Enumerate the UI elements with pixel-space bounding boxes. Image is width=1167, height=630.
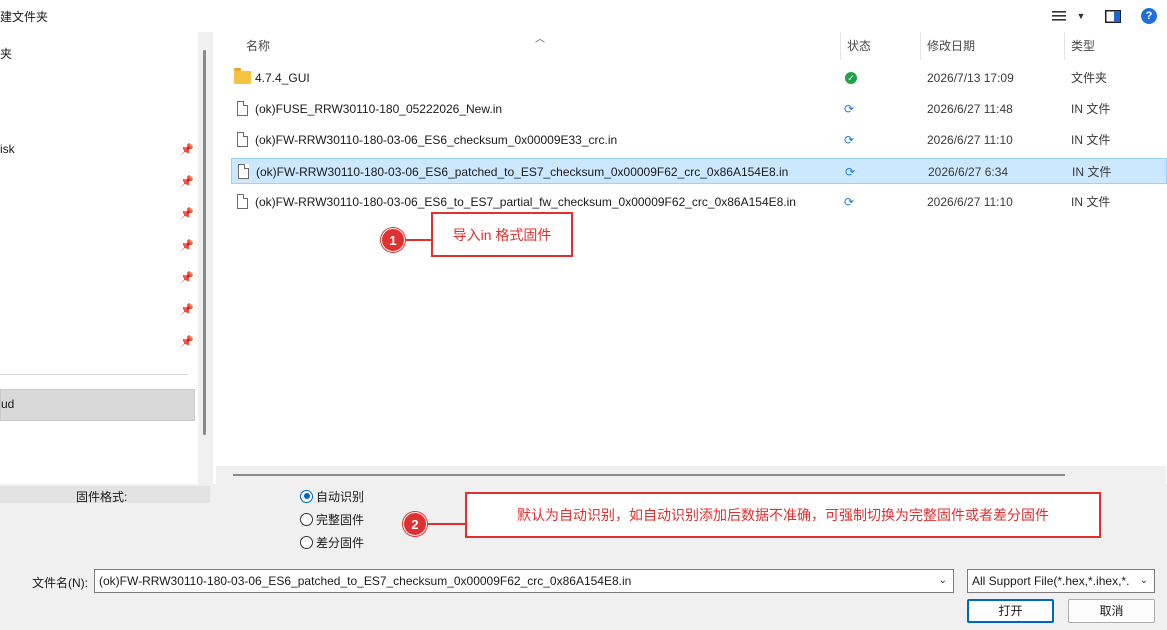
annotation-callout-1: 导入in 格式固件: [431, 212, 573, 257]
file-icon: [237, 194, 248, 209]
file-name: (ok)FW-RRW30110-180-03-06_ES6_checksum_0…: [255, 133, 618, 147]
radio-auto-detect[interactable]: 自动识别: [300, 487, 364, 505]
pin-icon: 📌: [180, 304, 194, 316]
file-name: 4.7.4_GUI: [255, 71, 310, 85]
column-divider[interactable]: [1064, 32, 1065, 60]
radio-label: 差分固件: [316, 535, 365, 550]
file-modified: 2026/6/27 11:10: [927, 133, 1013, 147]
filename-label: 文件名(N):: [32, 576, 88, 590]
nav-item-label: 夹: [0, 47, 13, 61]
view-options-chevron-down-icon[interactable]: ▼: [1070, 6, 1092, 26]
help-icon[interactable]: ?: [1138, 6, 1160, 26]
radio-label: 自动识别: [316, 489, 365, 504]
sync-pending-icon: ⟳: [844, 195, 855, 209]
chevron-down-icon[interactable]: ⌄: [1137, 570, 1148, 592]
column-header-modified[interactable]: 修改日期: [927, 32, 975, 60]
radio-button[interactable]: [300, 535, 313, 549]
firmware-format-label: 固件格式:: [76, 490, 128, 504]
file-modified: 2026/6/27 6:34: [928, 165, 1009, 179]
file-type: IN 文件: [1071, 102, 1111, 116]
file-row[interactable]: (ok)FW-RRW30110-180-03-06_ES6_to_ES7_par…: [231, 189, 1167, 215]
file-row[interactable]: (ok)FUSE_RRW30110-180_05222026_New.in ⟳ …: [231, 96, 1167, 122]
file-type: IN 文件: [1072, 165, 1112, 179]
pin-icon: 📌: [180, 176, 194, 188]
annotation-connector-1: [405, 239, 432, 241]
pin-icon: 📌: [180, 144, 194, 156]
horizontal-scrollbar[interactable]: [216, 466, 1166, 484]
sync-pending-icon: ⟳: [844, 133, 855, 147]
radio-diff-firmware[interactable]: 差分固件: [300, 533, 364, 551]
toolbar: 建文件夹 ▼ ?: [0, 0, 1167, 32]
annotation-badge-1: 1: [381, 228, 405, 252]
pin-icon: 📌: [180, 336, 194, 348]
chevron-down-icon[interactable]: ⌄: [939, 570, 947, 592]
pin-icon: 📌: [180, 240, 194, 252]
annotation-connector-2: [427, 523, 467, 525]
pin-icon: 📌: [180, 208, 194, 220]
new-folder-button[interactable]: 建文件夹: [0, 8, 48, 25]
filename-input[interactable]: (ok)FW-RRW30110-180-03-06_ES6_patched_to…: [94, 569, 954, 593]
navigation-pane: 夹 isk 📌 📌 📌 📌 📌 📌 📌 ud: [0, 32, 213, 484]
file-row-selected[interactable]: (ok)FW-RRW30110-180-03-06_ES6_patched_to…: [231, 158, 1167, 184]
preview-pane-icon[interactable]: [1102, 6, 1124, 26]
column-header-type[interactable]: 类型: [1071, 32, 1095, 60]
file-type: IN 文件: [1071, 133, 1111, 147]
nav-item-disk[interactable]: isk: [0, 138, 196, 160]
radio-button[interactable]: [300, 512, 313, 526]
nav-item-folder[interactable]: 夹: [0, 43, 196, 65]
file-name: (ok)FUSE_RRW30110-180_05222026_New.in: [255, 102, 503, 116]
column-divider[interactable]: [920, 32, 921, 60]
file-row[interactable]: 4.7.4_GUI ✓ 2026/7/13 17:09 文件夹: [231, 65, 1167, 91]
file-modified: 2026/6/27 11:10: [927, 195, 1013, 209]
folder-icon: [234, 68, 251, 84]
column-header-name[interactable]: 名称: [246, 32, 270, 60]
file-list: 名称 ︿ 状态 修改日期 类型 4.7.4_GUI ✓ 2026/7/13 17…: [213, 32, 1167, 484]
cancel-button[interactable]: 取消: [1068, 599, 1155, 623]
file-type-filter-select[interactable]: All Support File(*.hex,*.ihex,*. ⌄: [967, 569, 1155, 593]
nav-item-label: isk: [0, 142, 15, 156]
file-icon: [238, 164, 249, 179]
file-modified: 2026/6/27 11:48: [927, 102, 1013, 116]
sync-pending-icon: ⟳: [844, 102, 855, 116]
open-button[interactable]: 打开: [967, 599, 1054, 623]
list-view-icon[interactable]: [1048, 6, 1070, 26]
nav-scrollbar-thumb[interactable]: [203, 50, 206, 435]
annotation-callout-2: 默认为自动识别，如自动识别添加后数据不准确，可强制切换为完整固件或者差分固件: [465, 492, 1101, 538]
nav-item-label: ud: [1, 397, 15, 411]
radio-button[interactable]: [300, 489, 313, 503]
synced-status-icon: ✓: [845, 72, 857, 84]
annotation-badge-2: 2: [403, 512, 427, 536]
sync-pending-icon: ⟳: [845, 165, 856, 179]
sort-ascending-icon: ︿: [535, 34, 545, 45]
nav-item-cloud[interactable]: ud: [0, 389, 195, 421]
nav-divider: [0, 374, 188, 375]
radio-label: 完整固件: [316, 512, 365, 527]
help-glyph: ?: [1141, 8, 1157, 24]
filename-value: (ok)FW-RRW30110-180-03-06_ES6_patched_to…: [99, 574, 632, 588]
file-icon: [237, 101, 248, 116]
file-name: (ok)FW-RRW30110-180-03-06_ES6_patched_to…: [256, 165, 789, 179]
column-divider[interactable]: [840, 32, 841, 60]
file-modified: 2026/7/13 17:09: [927, 71, 1014, 85]
horizontal-scrollbar-thumb[interactable]: [233, 474, 1065, 476]
file-type: 文件夹: [1071, 71, 1108, 85]
radio-full-firmware[interactable]: 完整固件: [300, 510, 364, 528]
column-header-status[interactable]: 状态: [847, 32, 871, 60]
filter-value: All Support File(*.hex,*.ihex,*.: [972, 574, 1130, 588]
file-row[interactable]: (ok)FW-RRW30110-180-03-06_ES6_checksum_0…: [231, 127, 1167, 153]
pin-icon: 📌: [180, 272, 194, 284]
file-type: IN 文件: [1071, 195, 1111, 209]
file-icon: [237, 132, 248, 147]
